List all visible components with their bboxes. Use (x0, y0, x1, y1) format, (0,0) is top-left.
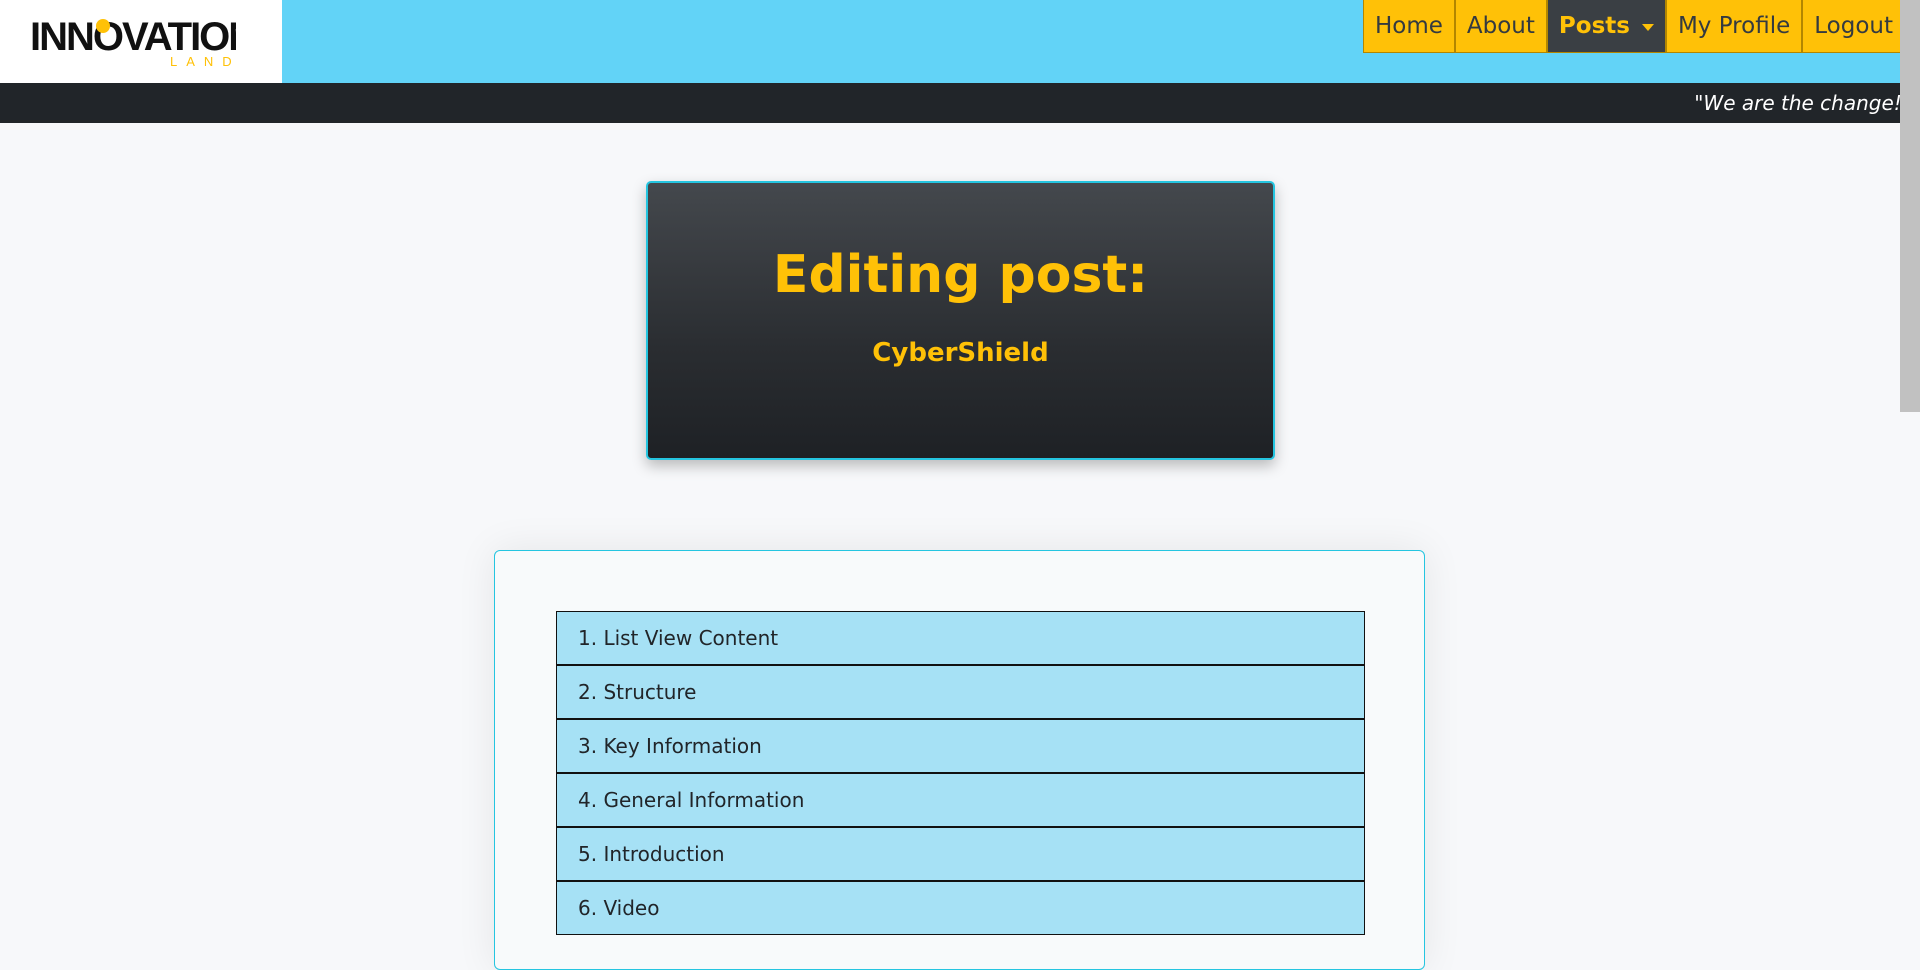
section-list: 1. List View Content 2. Structure 3. Key… (556, 611, 1365, 935)
section-item-introduction[interactable]: 5. Introduction (556, 827, 1365, 881)
post-name: CyberShield (872, 338, 1049, 368)
scrollbar-thumb[interactable] (1900, 0, 1920, 412)
nav-posts-dropdown[interactable]: Posts (1546, 0, 1666, 53)
tagline-text: "We are the change!" (1694, 91, 1911, 115)
nav-my-profile-label: My Profile (1677, 13, 1791, 39)
editing-header-card: Editing post: CyberShield (646, 181, 1275, 460)
page-scrollbar[interactable] (1900, 0, 1920, 938)
nav-about[interactable]: About (1454, 0, 1547, 53)
brand-logo[interactable]: INNOVATION LAND (0, 0, 282, 83)
nav-logout-label: Logout (1814, 13, 1893, 39)
sections-card: 1. List View Content 2. Structure 3. Key… (494, 550, 1425, 970)
nav-posts-label: Posts (1558, 13, 1630, 39)
nav-my-profile[interactable]: My Profile (1665, 0, 1803, 53)
logo-wordmark: INNOVATION (30, 15, 236, 59)
nav-home[interactable]: Home (1362, 0, 1455, 53)
top-navbar: INNOVATION LAND Home About Posts My Prof… (0, 0, 1920, 83)
innovation-land-logo: INNOVATION LAND (30, 15, 236, 68)
section-item-video[interactable]: 6. Video (556, 881, 1365, 935)
logo-subtext: LAND (170, 54, 236, 68)
section-item-key-information[interactable]: 3. Key Information (556, 719, 1365, 773)
nav-about-label: About (1466, 13, 1535, 39)
tagline-bar: "We are the change!" (0, 83, 1920, 123)
section-item-list-view-content[interactable]: 1. List View Content (556, 611, 1365, 665)
main-nav: Home About Posts My Profile Logout (1362, 0, 1920, 53)
section-item-structure[interactable]: 2. Structure (556, 665, 1365, 719)
lightbulb-icon (96, 19, 110, 33)
chevron-down-icon (1641, 23, 1654, 31)
page-title: Editing post: (772, 245, 1149, 305)
section-item-general-information[interactable]: 4. General Information (556, 773, 1365, 827)
nav-home-label: Home (1374, 13, 1443, 39)
